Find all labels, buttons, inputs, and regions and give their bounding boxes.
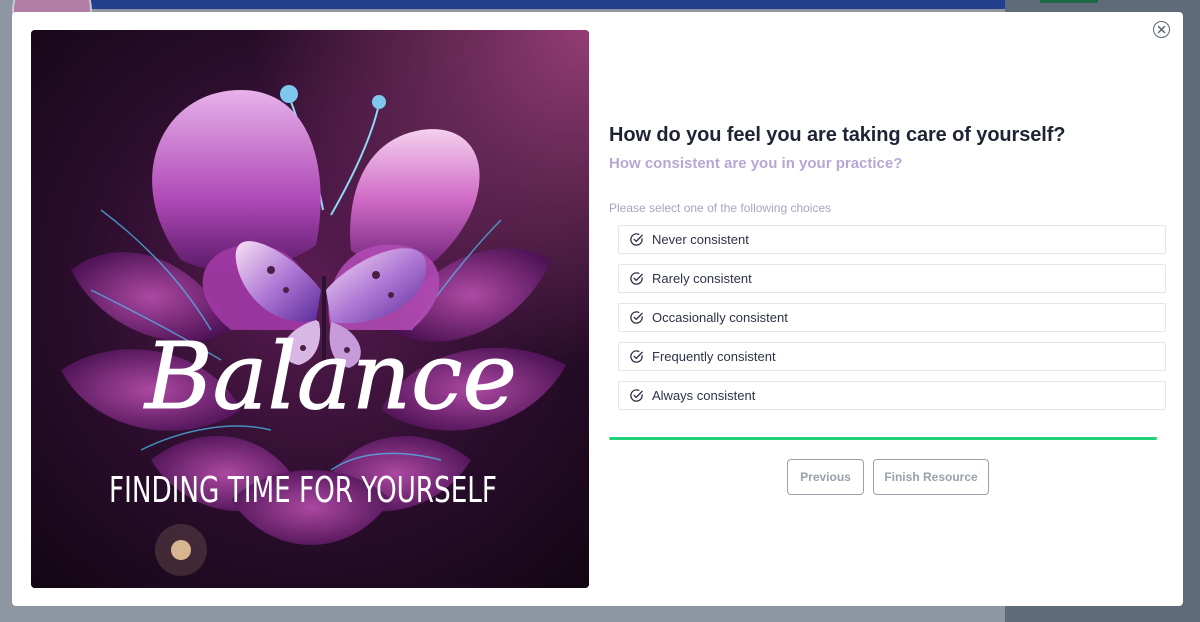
hero-title: Balance [143,323,517,430]
question-title: How do you feel you are taking care of y… [609,124,1066,146]
check-circle-icon [630,350,643,363]
background-green-button [1040,0,1098,3]
background-header-bar [90,0,1005,9]
choice-occasionally-consistent[interactable]: Occasionally consistent [618,303,1166,332]
choice-always-consistent[interactable]: Always consistent [618,381,1166,410]
check-circle-icon [630,233,643,246]
check-circle-icon [630,311,643,324]
choice-label: Frequently consistent [652,349,776,364]
check-circle-icon [630,272,643,285]
choice-label: Occasionally consistent [652,310,788,325]
progress-bar [609,437,1157,440]
progress-fill [609,437,1157,440]
resource-modal: Balance FINDING TIME FOR YOURSELF How do… [12,12,1183,606]
choice-instructions: Please select one of the following choic… [609,201,832,215]
finish-resource-button[interactable]: Finish Resource [873,459,989,495]
question-subtitle: How consistent are you in your practice? [609,155,903,172]
choice-label: Always consistent [652,388,756,403]
check-circle-icon [630,389,643,402]
choice-never-consistent[interactable]: Never consistent [618,225,1166,254]
choice-list: Never consistent Rarely consistent Occas… [618,225,1166,420]
resource-hero-image: Balance FINDING TIME FOR YOURSELF [31,30,589,588]
previous-button[interactable]: Previous [787,459,864,495]
choice-label: Rarely consistent [652,271,752,286]
choice-rarely-consistent[interactable]: Rarely consistent [618,264,1166,293]
quiz-panel: How do you feel you are taking care of y… [609,12,1169,606]
hero-subtitle: FINDING TIME FOR YOURSELF [109,470,497,511]
choice-label: Never consistent [652,232,749,247]
choice-frequently-consistent[interactable]: Frequently consistent [618,342,1166,371]
